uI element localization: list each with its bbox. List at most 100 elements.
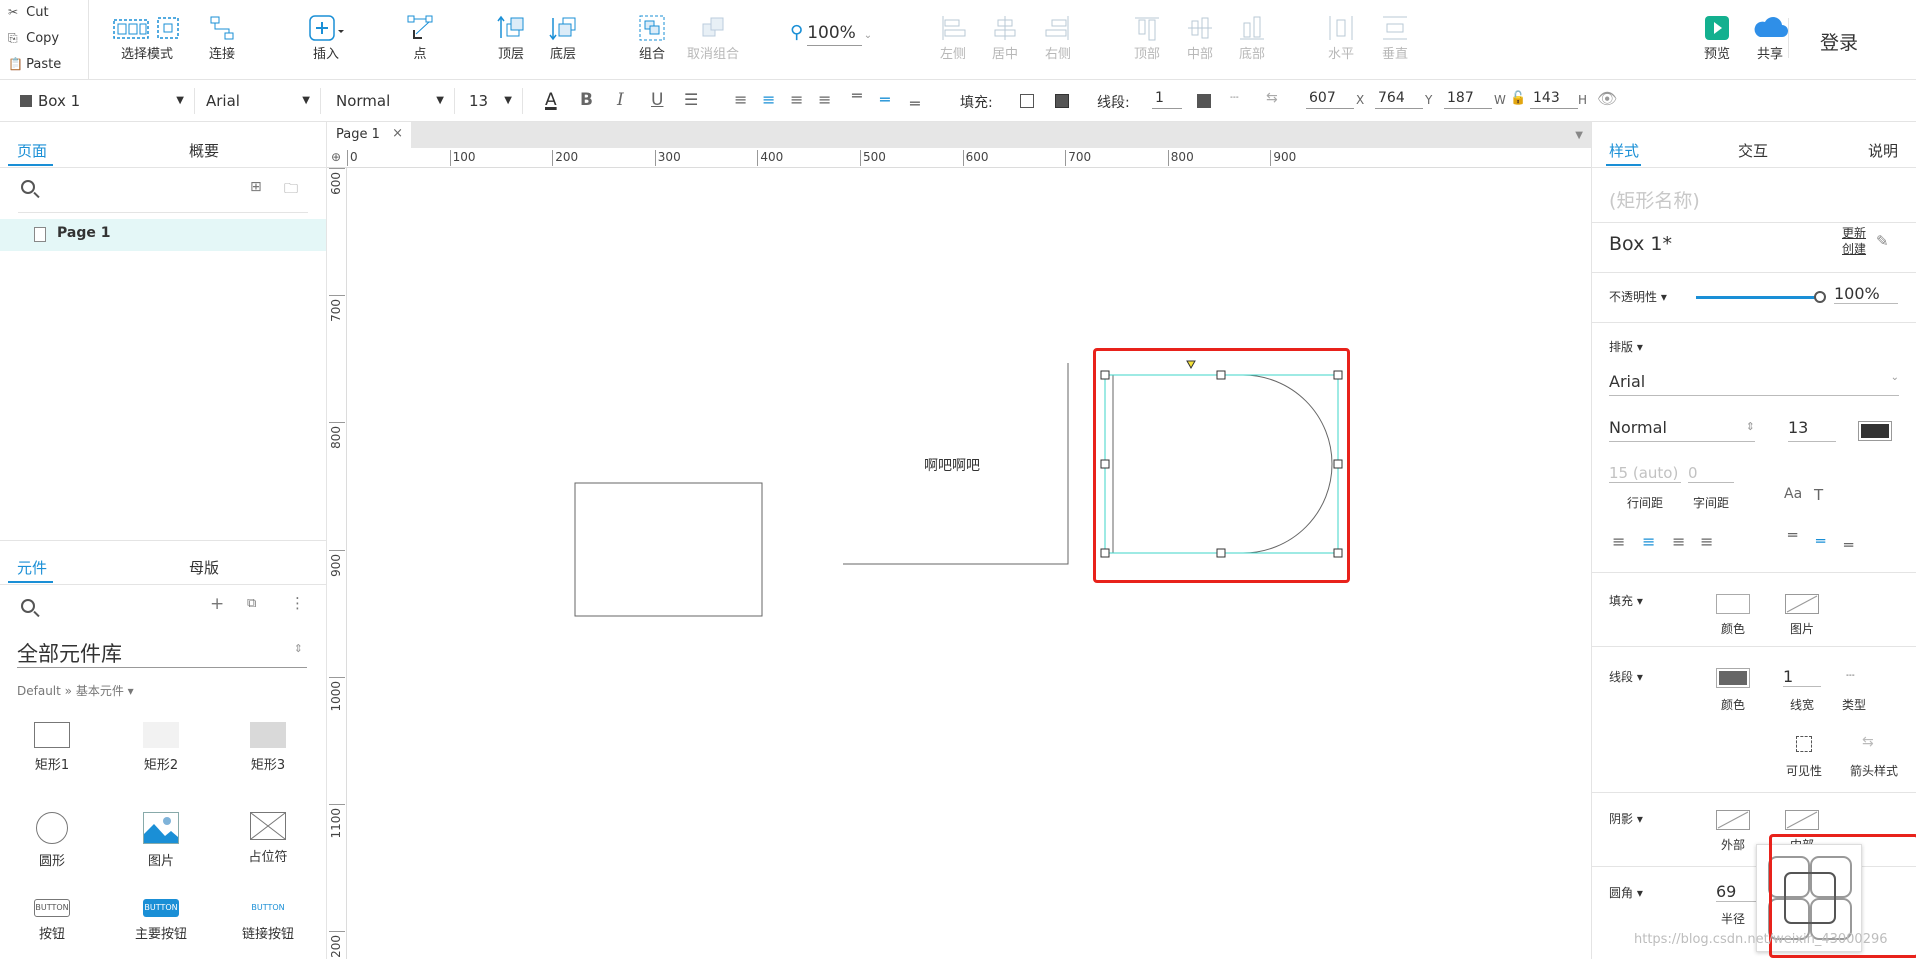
text-case-icon[interactable]: Aa bbox=[1784, 486, 1802, 502]
point-button[interactable]: 点 bbox=[405, 10, 435, 64]
shadow-outer-icon[interactable] bbox=[1716, 810, 1750, 830]
border-width-input[interactable]: 1 bbox=[1783, 667, 1821, 687]
add-folder-icon[interactable]: 🗀 bbox=[284, 178, 298, 202]
connect-button[interactable]: 连接 bbox=[202, 10, 242, 64]
design-canvas[interactable]: 啊吧啊吧 bbox=[348, 169, 1591, 959]
canvas-text-label[interactable]: 啊吧啊吧 bbox=[924, 455, 980, 475]
font-weight-select[interactable]: Normal ▼ bbox=[326, 88, 455, 114]
widget-rectangle-2[interactable]: 矩形2 bbox=[111, 722, 211, 773]
align-center-button[interactable]: 居中 bbox=[990, 10, 1020, 64]
update-create-links[interactable]: 更新 创建 bbox=[1842, 225, 1866, 257]
align-left-button[interactable]: 左侧 bbox=[938, 10, 968, 64]
tab-outline[interactable]: 概要 bbox=[189, 140, 219, 161]
text-align-left-icon[interactable]: ≡ bbox=[1612, 532, 1625, 551]
group-button[interactable]: 组合 bbox=[636, 10, 668, 64]
align-middle-button[interactable]: 中部 bbox=[1185, 10, 1215, 64]
cut-button[interactable]: ✂ Cut bbox=[8, 0, 49, 24]
add-library-icon[interactable]: + bbox=[210, 594, 224, 614]
widget-placeholder[interactable]: 占位符 bbox=[218, 812, 318, 865]
border-type-icon[interactable]: ┄ bbox=[1846, 668, 1854, 684]
char-spacing-input[interactable]: 0 bbox=[1688, 464, 1734, 483]
more-options-icon[interactable]: ⋮ bbox=[290, 594, 305, 612]
paste-button[interactable]: 📋 Paste bbox=[8, 52, 61, 76]
width-input[interactable]: 187 bbox=[1444, 90, 1492, 109]
search-icon[interactable] bbox=[21, 599, 35, 613]
shape-name-input[interactable]: (矩形名称) bbox=[1609, 186, 1700, 213]
shadow-inner-icon[interactable] bbox=[1785, 810, 1819, 830]
send-to-back-button[interactable]: 底层 bbox=[545, 10, 581, 64]
add-page-icon[interactable]: ⊞ bbox=[250, 179, 262, 195]
font-weight-select[interactable]: Normal ⇕ bbox=[1609, 418, 1755, 442]
font-family-select[interactable]: Arial ⌄ bbox=[1609, 372, 1899, 396]
preview-button[interactable]: 预览 bbox=[1702, 10, 1732, 64]
widget-rectangle-1[interactable]: 矩形1 bbox=[2, 722, 102, 773]
underline-icon[interactable]: U bbox=[651, 90, 663, 110]
bring-to-front-button[interactable]: 顶层 bbox=[493, 10, 529, 64]
font-color-swatch[interactable] bbox=[1858, 421, 1892, 441]
ungroup-button[interactable]: 取消组合 bbox=[684, 10, 742, 64]
library-copy-icon[interactable]: ⧉ bbox=[247, 596, 256, 611]
y-input[interactable]: 764 bbox=[1375, 90, 1423, 109]
tab-notes[interactable]: 说明 bbox=[1868, 140, 1898, 161]
eye-icon[interactable]: 👁 bbox=[1597, 89, 1617, 108]
visibility-icon[interactable] bbox=[1796, 736, 1812, 752]
corner-radius-input[interactable]: 69 bbox=[1716, 882, 1756, 902]
font-size-input[interactable]: 13 bbox=[1788, 418, 1836, 442]
arrow-style-icon[interactable]: ⇆ bbox=[1266, 90, 1278, 106]
valign-bottom-icon[interactable]: ═ bbox=[910, 94, 920, 113]
library-breadcrumb[interactable]: Default » 基本元件 ▾ bbox=[17, 682, 134, 699]
copy-button[interactable]: ⎘ Copy bbox=[8, 26, 59, 50]
text-justify-icon[interactable]: ≡ bbox=[1700, 532, 1713, 551]
tab-pages[interactable]: 页面 bbox=[17, 140, 47, 161]
arrow-style-icon[interactable]: ⇆ bbox=[1862, 734, 1874, 750]
valign-bottom-icon[interactable]: ═ bbox=[1844, 536, 1853, 554]
tab-style[interactable]: 样式 bbox=[1609, 140, 1639, 161]
zoom-select[interactable]: ⚲ 100% ⌄ bbox=[790, 22, 872, 46]
edit-style-icon[interactable]: ✎ bbox=[1876, 232, 1889, 250]
distribute-vertical-button[interactable]: 垂直 bbox=[1380, 10, 1410, 64]
fill-color-swatch[interactable] bbox=[1020, 94, 1034, 108]
lock-ratio-icon[interactable]: 🔓 bbox=[1510, 91, 1526, 106]
font-size-select[interactable]: 13 ▼ bbox=[459, 88, 523, 114]
line-color-swatch[interactable] bbox=[1197, 94, 1211, 108]
opacity-input[interactable]: 100% bbox=[1834, 284, 1898, 304]
fill-color-swatch[interactable] bbox=[1716, 594, 1750, 614]
close-icon[interactable]: × bbox=[392, 126, 403, 141]
search-icon[interactable] bbox=[21, 180, 35, 194]
text-align-left-icon[interactable]: ≡ bbox=[734, 90, 747, 109]
text-align-center-icon[interactable]: ≡ bbox=[1642, 532, 1655, 551]
italic-icon[interactable]: I bbox=[617, 90, 624, 110]
height-input[interactable]: 143 bbox=[1530, 90, 1578, 109]
valign-middle-icon[interactable]: ═ bbox=[880, 90, 890, 109]
distribute-horizontal-button[interactable]: 水平 bbox=[1326, 10, 1356, 64]
tab-menu-chevron-icon[interactable]: ▼ bbox=[1575, 130, 1583, 141]
text-justify-icon[interactable]: ≡ bbox=[818, 90, 831, 109]
widget-primary-button[interactable]: BUTTON 主要按钮 bbox=[111, 899, 211, 942]
bold-icon[interactable]: B bbox=[580, 90, 593, 110]
page-list-item[interactable]: Page 1 bbox=[0, 219, 326, 251]
align-right-button[interactable]: 右侧 bbox=[1043, 10, 1073, 64]
text-align-center-icon[interactable]: ≡ bbox=[762, 90, 775, 109]
fill-shadow-swatch[interactable] bbox=[1055, 94, 1069, 108]
widget-image[interactable]: 图片 bbox=[111, 812, 211, 869]
tab-interaction[interactable]: 交互 bbox=[1738, 140, 1768, 161]
opacity-slider-track[interactable] bbox=[1696, 296, 1820, 299]
valign-middle-icon[interactable]: ═ bbox=[1816, 532, 1825, 550]
line-pattern-icon[interactable]: ┄ bbox=[1230, 90, 1238, 106]
update-style-link[interactable]: 更新 bbox=[1842, 225, 1866, 241]
widget-link-button[interactable]: BUTTON 链接按钮 bbox=[218, 899, 318, 942]
document-tab[interactable]: Page 1 × bbox=[327, 122, 411, 148]
font-family-select[interactable]: Arial ▼ bbox=[196, 88, 321, 114]
valign-top-icon[interactable]: ═ bbox=[1788, 526, 1797, 544]
align-top-button[interactable]: 顶部 bbox=[1132, 10, 1162, 64]
text-shadow-icon[interactable]: T bbox=[1814, 486, 1823, 504]
font-color-icon[interactable]: A bbox=[545, 90, 557, 110]
share-button[interactable]: 共享 bbox=[1750, 10, 1790, 64]
fill-image-icon[interactable] bbox=[1785, 594, 1819, 614]
opacity-slider-thumb[interactable] bbox=[1814, 291, 1826, 303]
tab-widgets[interactable]: 元件 bbox=[17, 557, 47, 578]
line-width-input[interactable]: 1 bbox=[1152, 90, 1182, 109]
x-input[interactable]: 607 bbox=[1306, 90, 1354, 109]
text-align-right-icon[interactable]: ≡ bbox=[1672, 532, 1685, 551]
align-bottom-button[interactable]: 底部 bbox=[1237, 10, 1267, 64]
